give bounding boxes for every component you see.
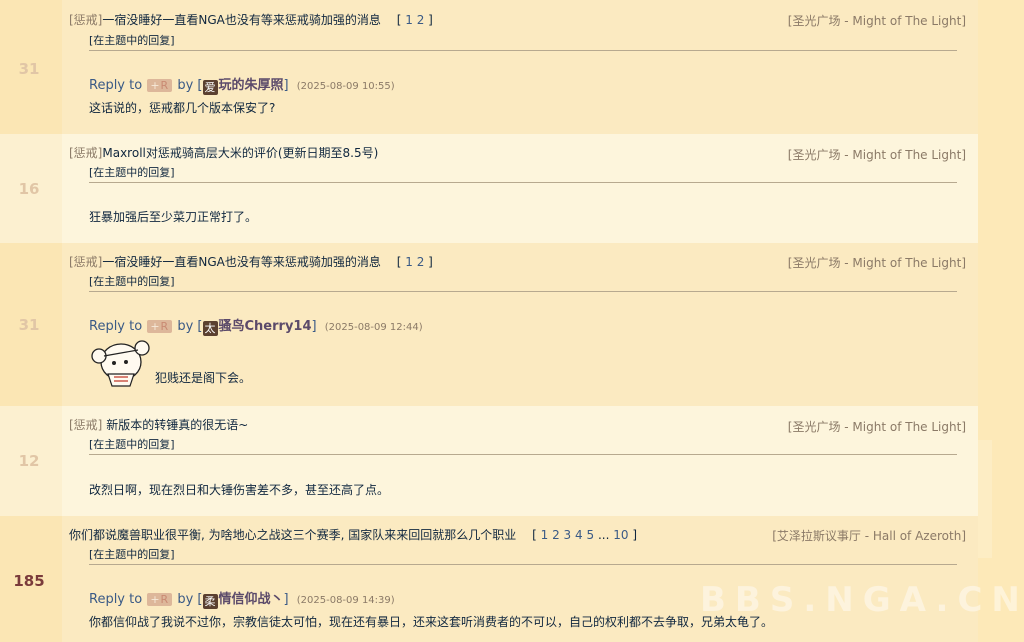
reply-count-cell: 16 <box>0 134 62 243</box>
reply-meta: Reply to +R by [柔情信仰战丶] (2025-08-09 14:3… <box>89 592 395 609</box>
thread-row: 16 [惩戒]Maxroll对惩戒骑高层大米的评价(更新日期至8.5号) [圣光… <box>0 134 978 243</box>
reply-count-cell: 12 <box>0 406 62 516</box>
quote-button[interactable]: +R <box>147 593 173 606</box>
thread-title-link[interactable]: 一宿没睡好一直看NGA也没有等来惩戒骑加强的消息 <box>102 13 381 27</box>
thread-row: 185 你们都说魔兽职业很平衡, 为啥地心之战这三个赛季, 国家队来来回回就那么… <box>0 516 978 642</box>
reply-context-label[interactable]: [在主题中的回复] <box>89 164 957 183</box>
post-date: (2025-08-09 14:39) <box>296 595 395 606</box>
reply-count-cell: 31 <box>0 0 62 134</box>
quote-button[interactable]: +R <box>147 79 173 92</box>
thread-title-line: 你们都说魔兽职业很平衡, 为啥地心之战这三个赛季, 国家队来来回回就那么几个职业… <box>69 526 637 543</box>
reply-count: 31 <box>18 60 40 78</box>
page-link[interactable]: 1 <box>405 13 413 27</box>
post-date: (2025-08-09 12:44) <box>324 322 423 333</box>
reply-content: 狂暴加强后至少菜刀正常打了。 <box>89 210 258 224</box>
reply-context-label[interactable]: [在主题中的回复] <box>89 436 957 455</box>
thread-title-link[interactable]: Maxroll对惩戒骑高层大米的评价(更新日期至8.5号) <box>102 146 378 160</box>
page-link[interactable]: 1 <box>541 528 549 542</box>
thread-title-line: [惩戒]一宿没睡好一直看NGA也没有等来惩戒骑加强的消息 [ 1 2 ] <box>69 11 433 28</box>
by-label: by <box>177 592 194 607</box>
username-link[interactable]: 骚鸟Cherry14 <box>219 319 312 334</box>
reply-context-label[interactable]: [在主题中的回复] <box>89 273 957 292</box>
page-link[interactable]: 2 <box>417 13 425 27</box>
thread-title-line: [惩戒] 新版本的转锤真的很无语~ <box>69 416 248 433</box>
site-watermark: BBS.NGA.CN <box>700 580 1024 620</box>
user-badge: 柔 <box>202 594 218 609</box>
reply-to-link[interactable]: Reply to <box>89 78 142 93</box>
by-label: by <box>177 78 194 93</box>
forum-link[interactable]: [圣光广场 - Might of The Light] <box>788 146 966 163</box>
thread-list: 31 [惩戒]一宿没睡好一直看NGA也没有等来惩戒骑加强的消息 [ 1 2 ] … <box>0 0 1024 642</box>
page-ellipsis: ... <box>597 528 610 542</box>
username-link[interactable]: 情信仰战丶 <box>219 592 284 607</box>
page-links: [ 1 2 3 4 5 ... 10 ] <box>532 528 638 542</box>
thread-tag[interactable]: [惩戒] <box>69 146 102 160</box>
page-link[interactable]: 2 <box>552 528 560 542</box>
user-badge: 爱 <box>202 80 218 95</box>
reply-context-label[interactable]: [在主题中的回复] <box>89 546 957 565</box>
reply-to-link[interactable]: Reply to <box>89 319 142 334</box>
sticker-emoji-icon <box>91 340 150 387</box>
reply-to-link[interactable]: Reply to <box>89 592 142 607</box>
page-link[interactable]: 2 <box>417 255 425 269</box>
thread-title-link[interactable]: 新版本的转锤真的很无语~ <box>102 418 248 432</box>
thread-title-line: [惩戒]Maxroll对惩戒骑高层大米的评价(更新日期至8.5号) <box>69 144 378 161</box>
thread-tag[interactable]: [惩戒] <box>69 418 102 432</box>
page-links: [ 1 2 ] <box>396 13 433 27</box>
page-link[interactable]: 4 <box>575 528 583 542</box>
username-link[interactable]: 玩的朱厚照 <box>219 78 284 93</box>
user-badge: 太 <box>202 321 218 336</box>
reply-count: 12 <box>18 452 40 470</box>
thread-tag[interactable]: [惩戒] <box>69 13 102 27</box>
reply-count: 16 <box>18 180 40 198</box>
page-link[interactable]: 5 <box>586 528 594 542</box>
thread-row: 31 [惩戒]一宿没睡好一直看NGA也没有等来惩戒骑加强的消息 [ 1 2 ] … <box>0 243 978 406</box>
thread-title-link[interactable]: 一宿没睡好一直看NGA也没有等来惩戒骑加强的消息 <box>102 255 381 269</box>
forum-link[interactable]: [圣光广场 - Might of The Light] <box>788 12 966 29</box>
thread-title-link[interactable]: 你们都说魔兽职业很平衡, 为啥地心之战这三个赛季, 国家队来来回回就那么几个职业 <box>69 528 516 542</box>
quote-button[interactable]: +R <box>147 320 173 333</box>
page-link[interactable]: 3 <box>564 528 572 542</box>
reply-meta: Reply to +R by [爱玩的朱厚照] (2025-08-09 10:5… <box>89 78 395 95</box>
reply-context-label[interactable]: [在主题中的回复] <box>89 32 957 51</box>
page-link[interactable]: 10 <box>613 528 628 542</box>
reply-count: 31 <box>18 316 40 334</box>
forum-link[interactable]: [圣光广场 - Might of The Light] <box>788 254 966 271</box>
reply-content: 改烈日啊，现在烈日和大锤伤害差不多，甚至还高了点。 <box>89 483 390 497</box>
thread-tag[interactable]: [惩戒] <box>69 255 102 269</box>
page-links: [ 1 2 ] <box>396 255 433 269</box>
reply-count-cell: 31 <box>0 243 62 406</box>
by-label: by <box>177 319 194 334</box>
reply-meta: Reply to +R by [太骚鸟Cherry14] (2025-08-09… <box>89 319 423 336</box>
forum-link[interactable]: [艾泽拉斯议事厅 - Hall of Azeroth] <box>772 527 966 544</box>
reply-content: 这话说的，惩戒都几个版本保安了? <box>89 101 276 115</box>
thread-title-line: [惩戒]一宿没睡好一直看NGA也没有等来惩戒骑加强的消息 [ 1 2 ] <box>69 253 433 270</box>
reply-count: 185 <box>13 572 45 590</box>
reply-content: 犯贱还是阁下会。 <box>155 371 252 385</box>
thread-row: 31 [惩戒]一宿没睡好一直看NGA也没有等来惩戒骑加强的消息 [ 1 2 ] … <box>0 0 978 134</box>
post-date: (2025-08-09 10:55) <box>296 81 395 92</box>
page-link[interactable]: 1 <box>405 255 413 269</box>
forum-link[interactable]: [圣光广场 - Might of The Light] <box>788 418 966 435</box>
reply-content: 你都信仰战了我说不过你，宗教信徒太可怕，现在还有暴日，还来这套听消费者的不可以，… <box>89 615 774 629</box>
reply-count-cell: 185 <box>0 516 62 642</box>
thread-row: 12 [惩戒] 新版本的转锤真的很无语~ [圣光广场 - Might of Th… <box>0 406 978 516</box>
